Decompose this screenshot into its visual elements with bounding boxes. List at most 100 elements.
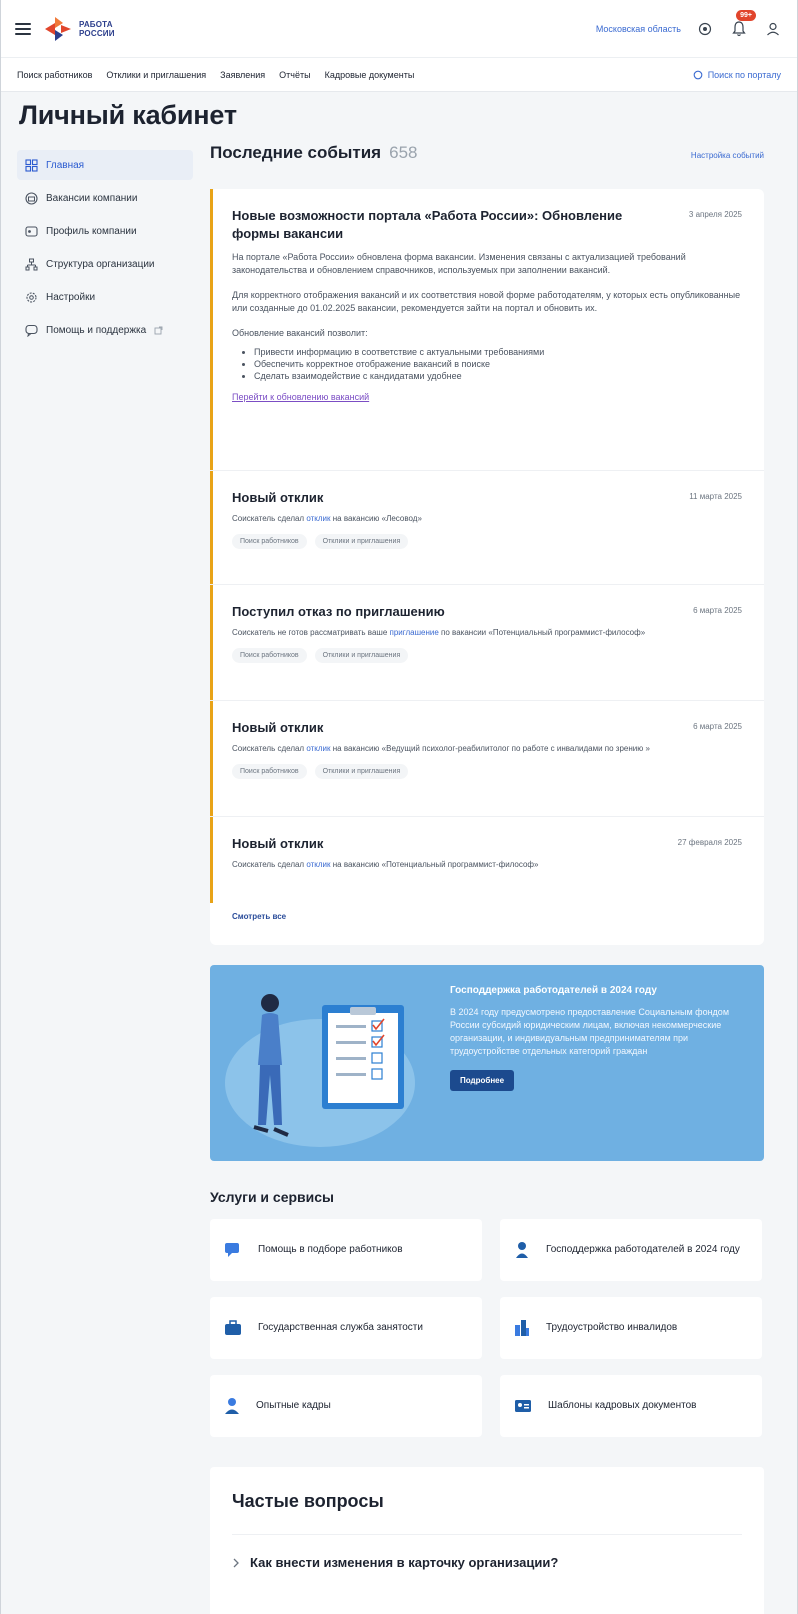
logo[interactable]: РАБОТА РОССИИ	[43, 14, 115, 44]
structure-icon	[25, 258, 38, 270]
event-title: Новый отклик	[232, 720, 324, 735]
event-header: Новые возможности портала «Работа России…	[232, 207, 742, 243]
portal-search-label: Поиск по порталу	[707, 69, 781, 80]
service-card-disabled-employment[interactable]: Трудоустройство инвалидов	[500, 1297, 762, 1359]
sidebar-item-structure[interactable]: Структура организации	[17, 249, 193, 279]
service-card-state-support[interactable]: Господдержка работодателей в 2024 году	[500, 1219, 762, 1281]
event-desc-text: Соискатель сделал	[232, 744, 307, 753]
event-description: Соискатель не готов рассматривать ваше п…	[232, 627, 742, 638]
event-item[interactable]: Новый отклик 27 февраля 2025 Соискатель …	[210, 817, 764, 903]
event-header: Новый отклик 6 марта 2025	[232, 719, 742, 737]
events-settings-link[interactable]: Настройка событий	[691, 151, 764, 160]
faq-question[interactable]: Как внести изменения в карточку организа…	[232, 1555, 742, 1570]
event-tag[interactable]: Поиск работников	[232, 764, 307, 779]
event-desc-text: по вакансии «Потенциальный программист-ф…	[438, 628, 646, 637]
events-title: Последние события	[210, 143, 382, 162]
event-tag[interactable]: Поиск работников	[232, 648, 307, 663]
event-paragraph: На портале «Работа России» обновлена фор…	[232, 252, 686, 275]
faq-divider	[232, 1534, 742, 1535]
event-item[interactable]: Поступил отказ по приглашению 6 марта 20…	[210, 585, 764, 701]
event-tags: Поиск работников Отклики и приглашения	[232, 764, 742, 779]
sidebar-item-label: Настройки	[46, 291, 96, 303]
nav-item-employee-search[interactable]: Поиск работников	[17, 70, 92, 80]
gear-icon	[26, 291, 37, 303]
id-card-icon	[515, 1400, 531, 1412]
sidebar-item-home[interactable]: Главная	[17, 150, 193, 180]
event-tag[interactable]: Отклики и приглашения	[314, 534, 409, 549]
service-card-experienced-staff[interactable]: Опытные кадры	[210, 1375, 482, 1437]
region-selector[interactable]: Московская область	[596, 24, 681, 34]
nav-item-applications[interactable]: Заявления	[220, 70, 265, 80]
search-icon	[693, 70, 703, 79]
page: РАБОТА РОССИИ Московская область 99+ Пои…	[0, 0, 798, 1614]
bell-icon[interactable]: 99+	[729, 9, 756, 39]
service-label: Государственная служба занятости	[258, 1322, 423, 1333]
banner-illustration	[225, 994, 415, 1147]
event-item[interactable]: Новый отклик 11 марта 2025 Соискатель сд…	[210, 471, 764, 585]
see-all-events-link[interactable]: Смотреть все	[232, 912, 286, 921]
event-tag[interactable]: Отклики и приглашения	[314, 764, 409, 779]
event-title: Новый отклик	[232, 490, 324, 505]
support-person-icon	[516, 1242, 528, 1258]
service-label: Трудоустройство инвалидов	[546, 1322, 678, 1333]
event-tag[interactable]: Отклики и приглашения	[314, 648, 409, 663]
event-header: Новый отклик 11 марта 2025	[232, 489, 742, 507]
banner-body: В 2024 году предусмотрено предоставление…	[450, 1007, 729, 1056]
event-title: Поступил отказ по приглашению	[232, 604, 445, 619]
banner-text: Господдержка работодателей в 2024 году В…	[450, 985, 750, 1091]
menu-icon[interactable]	[15, 22, 31, 35]
service-card-recruitment-help[interactable]: Помощь в подборе работников	[210, 1219, 482, 1281]
list-item: Сделать взаимодействие с кандидатами удо…	[254, 370, 742, 382]
event-tags: Поиск работников Отклики и приглашения	[232, 648, 742, 663]
nav-item-hr-documents[interactable]: Кадровые документы	[325, 70, 415, 80]
person-icon	[225, 1398, 239, 1414]
home-icon	[25, 158, 38, 172]
logo-line2: РОССИИ	[79, 28, 115, 38]
services-title: Услуги и сервисы	[210, 1189, 335, 1205]
event-item[interactable]: Новый отклик 6 марта 2025 Соискатель сде…	[210, 701, 764, 817]
events-count: 658	[389, 143, 418, 162]
header-actions: Московская область 99+	[596, 9, 783, 39]
event-header: Новый отклик 27 февраля 2025	[232, 835, 742, 853]
event-tag[interactable]: Поиск работников	[232, 534, 307, 549]
banner-details-button[interactable]: Подробнее	[450, 1070, 515, 1091]
event-desc-text: Соискатель сделал	[232, 860, 307, 869]
sidebar-item-help[interactable]: Помощь и поддержка	[17, 315, 193, 345]
update-vacancies-link[interactable]: Перейти к обновлению вакансий	[232, 392, 369, 402]
chat-help-icon	[225, 1243, 239, 1257]
chat-icon	[25, 324, 38, 337]
external-link-icon	[154, 326, 163, 334]
sidebar-item-label: Профиль компании	[46, 225, 137, 237]
event-desc-link[interactable]: отклик	[306, 860, 330, 869]
events-header: Последние события 658 Настройка событий	[210, 143, 764, 177]
top-header: РАБОТА РОССИИ Московская область 99+	[1, 0, 797, 58]
service-card-employment-service[interactable]: Государственная служба занятости	[210, 1297, 482, 1359]
logo-text: РАБОТА РОССИИ	[79, 20, 115, 38]
user-icon[interactable]	[763, 19, 783, 39]
event-date: 6 марта 2025	[693, 606, 742, 615]
eye-icon[interactable]	[695, 19, 715, 39]
nav-item-responses[interactable]: Отклики и приглашения	[106, 70, 206, 80]
chevron-right-icon	[233, 1558, 239, 1567]
service-label: Опытные кадры	[256, 1400, 331, 1411]
portal-search-link[interactable]: Поиск по порталу	[693, 70, 781, 80]
banner-title: Господдержка работодателей в 2024 году	[450, 985, 657, 996]
sidebar: Главная Вакансии компании Профиль компан…	[17, 150, 193, 348]
event-paragraph: Обновление вакансий позволит:	[232, 328, 368, 338]
sidebar-item-company-profile[interactable]: Профиль компании	[17, 216, 193, 246]
main-content: Последние события 658 Настройка событий …	[210, 143, 764, 1614]
service-label: Помощь в подборе работников	[258, 1244, 403, 1255]
sidebar-item-settings[interactable]: Настройки	[17, 282, 193, 312]
nav-item-reports[interactable]: Отчёты	[279, 70, 310, 80]
support-banner: Господдержка работодателей в 2024 году В…	[210, 965, 764, 1161]
logo-mark-icon	[45, 16, 71, 41]
event-description: Соискатель сделал отклик на вакансию «Ве…	[232, 743, 742, 754]
service-card-hr-templates[interactable]: Шаблоны кадровых документов	[500, 1375, 762, 1437]
event-tags: Поиск работников Отклики и приглашения	[232, 534, 742, 549]
notifications-badge: 99+	[736, 9, 756, 21]
event-desc-link[interactable]: приглашение	[390, 628, 439, 637]
sidebar-item-vacancies[interactable]: Вакансии компании	[17, 183, 193, 213]
briefcase-icon	[25, 191, 38, 205]
event-desc-link[interactable]: отклик	[306, 514, 330, 523]
event-desc-link[interactable]: отклик	[306, 744, 330, 753]
